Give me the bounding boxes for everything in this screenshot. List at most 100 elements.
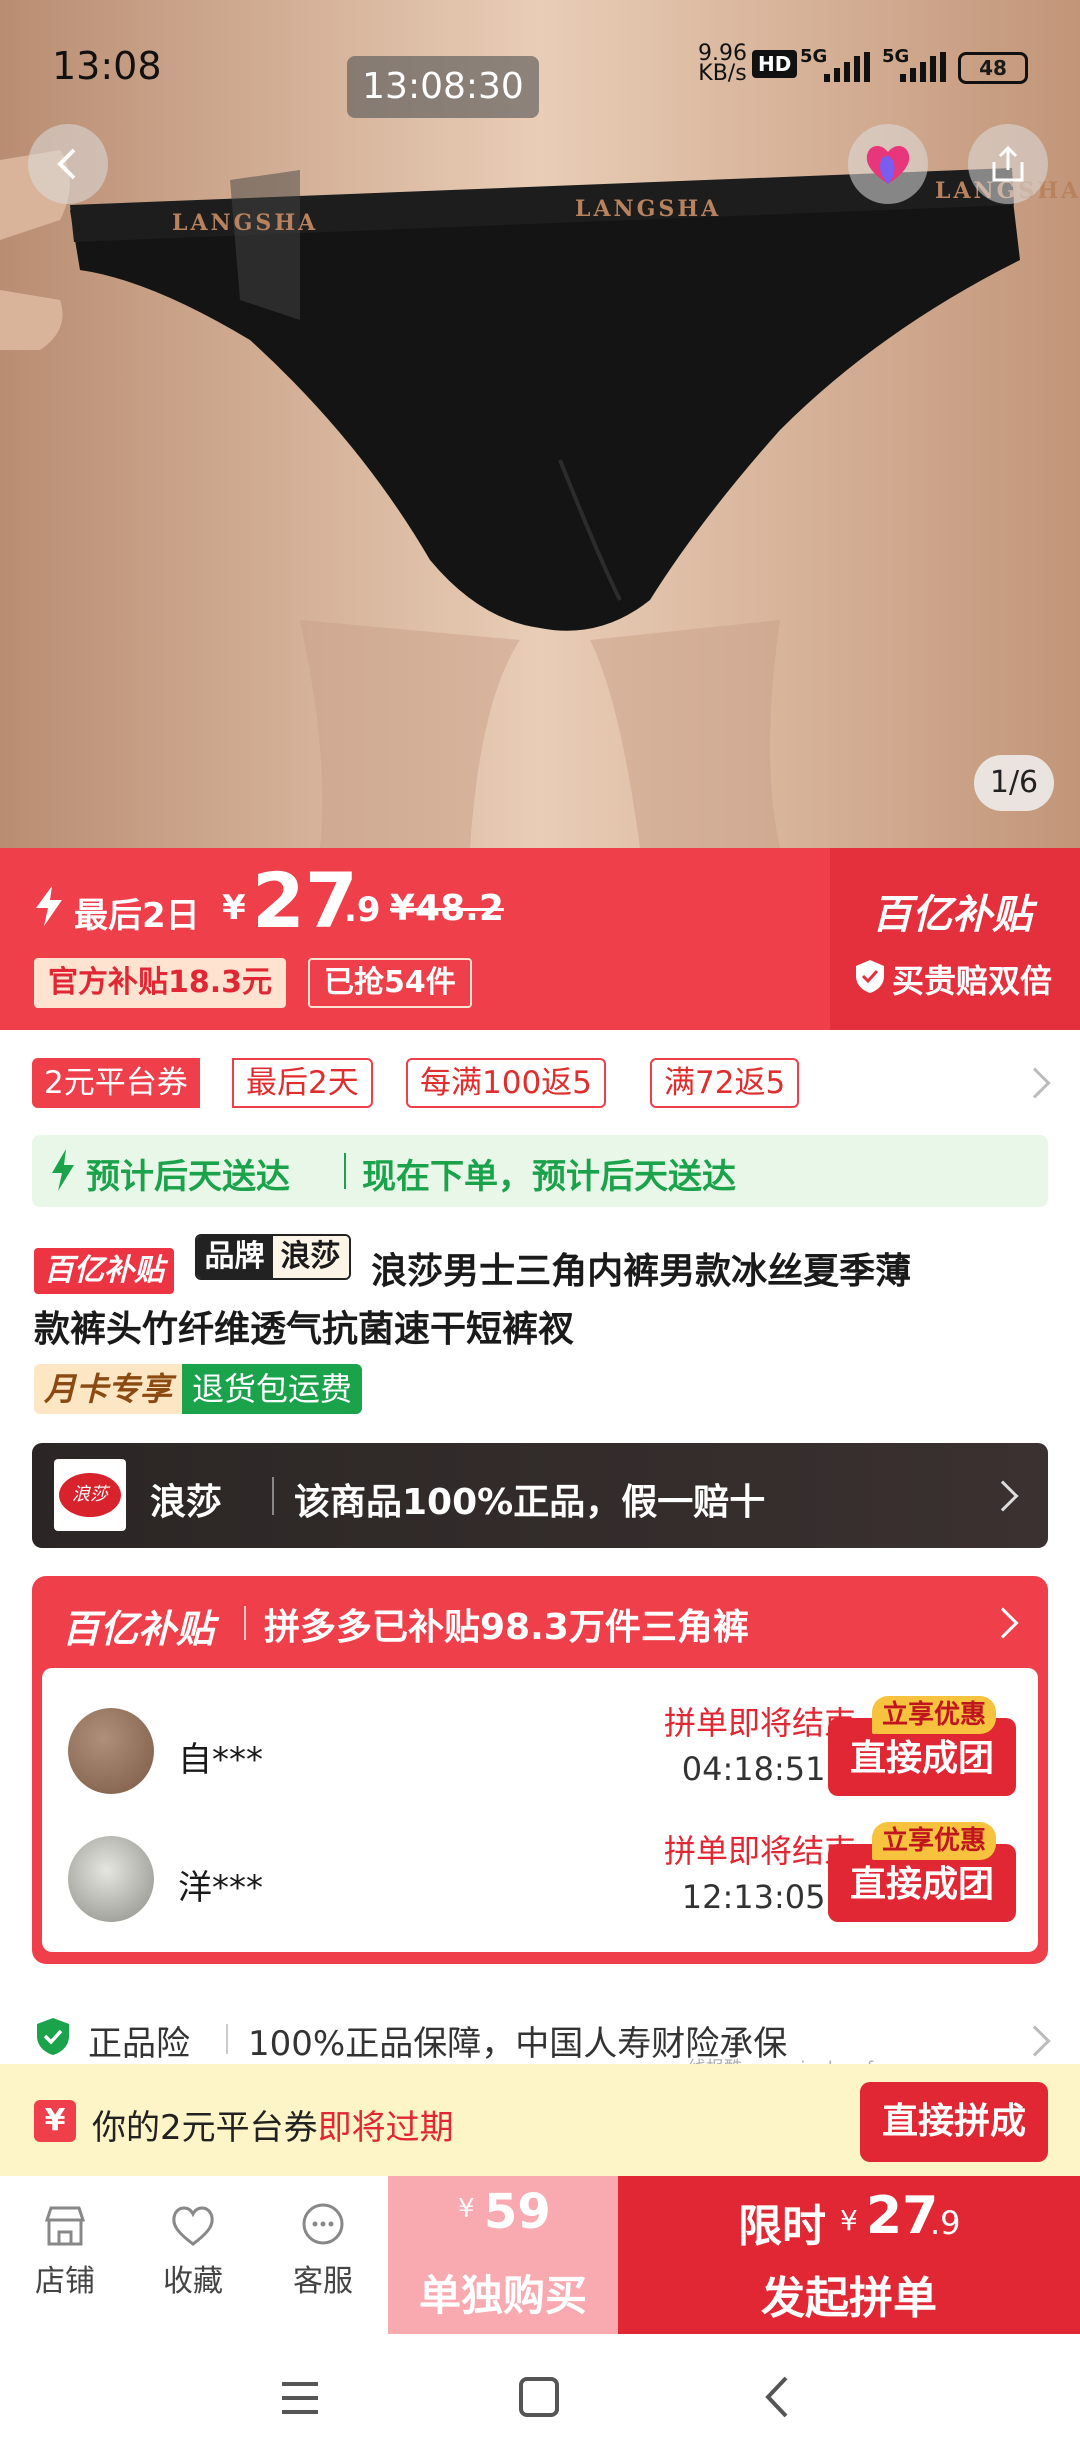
price-banner: 最后2日 ¥ 27 .9 ¥48.2 官方补贴18.3元 已抢54件 百亿补贴 … <box>0 848 1080 1030</box>
status-bar: 13:08 9.96 KB/s HD 5G 5G 48 <box>0 0 1080 140</box>
platform-coupon-deadline[interactable]: 最后2天 <box>232 1058 373 1108</box>
favorite-button[interactable]: 收藏 <box>148 2200 238 2300</box>
signal-icon-2 <box>900 52 946 82</box>
signal-icon-1 <box>824 52 870 82</box>
subsidy-headline: 拼多多已补贴98.3万件三角裤 <box>264 1607 749 1648</box>
authenticity-claim: 该商品100%正品，假一赔十 <box>294 1482 766 1523</box>
price-decimal: .9 <box>344 890 381 930</box>
group-list: 自*** 拼单即将结束 04:18:51.9 直接成团 立享优惠 洋*** 拼单… <box>42 1668 1038 1952</box>
brand-divider <box>272 1477 274 1515</box>
group-currency: ¥ <box>840 2204 858 2237</box>
brand-logo-text: 浪莎 <box>59 1473 121 1517</box>
waistband-logo-left: LANGSHA <box>172 210 319 236</box>
brand-badge-name: 浪莎 <box>272 1236 349 1278</box>
notice-text: 你的2元平台券即将过期 <box>92 2100 454 2149</box>
program-panel: 百亿补贴 买贵赔双倍 <box>830 848 1080 1030</box>
delivery-divider <box>344 1153 346 1189</box>
network-speed: 9.96 KB/s <box>698 43 747 86</box>
rebate-chip-1[interactable]: 每满100返5 <box>406 1058 606 1108</box>
brand-badge-label: 品牌 <box>196 1236 273 1278</box>
customer-service-button[interactable]: 客服 <box>278 2200 368 2300</box>
notice-text-highlight: 即将过期 <box>317 2108 454 2148</box>
subsidy-card: 百亿补贴 拼多多已补贴98.3万件三角裤 自*** 拼单即将结束 04:18:5… <box>32 1576 1048 1964</box>
share-button[interactable] <box>968 124 1048 204</box>
favorite-heart-button[interactable] <box>848 124 928 204</box>
group-status: 拼单即将结束 <box>663 1832 856 1870</box>
insurance-label: 正品险 <box>88 2024 190 2064</box>
delivery-estimate: 预计后天送达 <box>86 1157 290 1197</box>
coupon-expiry-notice: ¥ 你的2元平台券即将过期 直接拼成 <box>0 2064 1080 2176</box>
subsidy-divider <box>244 1606 246 1640</box>
shield-check-green-icon <box>37 2018 69 2055</box>
group-price-integer: 27 <box>866 2186 939 2246</box>
platform-coupon[interactable]: 2元平台券 <box>32 1058 200 1108</box>
store-icon <box>44 2206 86 2246</box>
insurance-chevron-icon <box>1019 2025 1051 2057</box>
store-button[interactable]: 店铺 <box>20 2200 110 2300</box>
solo-price: 59 <box>484 2184 551 2240</box>
delivery-banner[interactable]: 预计后天送达 现在下单，预计后天送达 <box>32 1135 1048 1207</box>
solo-label: 单独购买 <box>418 2271 587 2320</box>
brand-name: 浪莎 <box>150 1482 223 1523</box>
product-title-line1: 百亿补贴 品牌 浪莎 浪莎男士三角内裤男款冰丝夏季薄 <box>34 1234 911 1294</box>
brand-bar-chevron-icon <box>987 1480 1019 1512</box>
lightning-icon <box>36 886 62 926</box>
service-tags: 月卡专享 退货包运费 <box>34 1364 363 1414</box>
buy-alone-button[interactable]: ¥ 59 单独购买 <box>388 2176 618 2334</box>
group-countdown: 04:18:51.9 <box>681 1750 856 1788</box>
group-user: 自*** <box>178 1740 263 1780</box>
status-time: 13:08 <box>52 44 162 88</box>
solo-currency: ¥ <box>458 2194 475 2224</box>
system-nav-bar <box>0 2334 1080 2460</box>
return-shipping-tag: 退货包运费 <box>182 1364 363 1414</box>
instant-discount-tag: 立享优惠 <box>872 1822 997 1860</box>
screen-recording-timer: 13:08:30 <box>347 56 539 118</box>
service-label: 客服 <box>293 2264 353 2299</box>
price-currency: ¥ <box>222 888 246 928</box>
group-label: 发起拼单 <box>761 2273 937 2324</box>
store-label: 店铺 <box>35 2264 95 2299</box>
delivery-detail: 现在下单，预计后天送达 <box>362 1157 736 1197</box>
group-price-decimal: .9 <box>930 2204 961 2242</box>
group-prefix: 限时 <box>738 2201 826 2252</box>
product-image[interactable]: LANGSHA LANGSHA LANGSHA 13:08 9.96 KB/s … <box>0 0 1080 848</box>
back-nav-icon[interactable] <box>756 2374 800 2420</box>
insurance-divider <box>226 2024 228 2054</box>
image-counter: 1/6 <box>974 755 1054 811</box>
menu-icon[interactable] <box>278 2376 322 2420</box>
back-button[interactable] <box>28 124 108 204</box>
product-title-line2: 款裤头竹纤维透气抗菌速干短裤衩 <box>34 1309 575 1350</box>
rebate-chip-2[interactable]: 满72返5 <box>650 1058 800 1108</box>
favorite-label: 收藏 <box>163 2264 223 2299</box>
program-name: 百亿补贴 <box>872 892 1032 938</box>
battery-icon: 48 <box>958 52 1028 84</box>
subsidy-chevron-icon[interactable] <box>987 1607 1019 1639</box>
chevron-left-icon <box>57 148 76 180</box>
direct-group-button[interactable]: 直接拼成 <box>860 2082 1048 2162</box>
monthly-card-tag: 月卡专享 <box>34 1364 183 1414</box>
group-user: 洋*** <box>178 1868 263 1908</box>
network-speed-unit: KB/s <box>698 61 747 86</box>
hd-icon: HD <box>752 50 798 78</box>
product-title-text1: 浪莎男士三角内裤男款冰丝夏季薄 <box>371 1251 912 1292</box>
insurance-row[interactable]: 正品险 100%正品保障，中国人寿财险承保 <box>0 1990 1080 2064</box>
subsidy-program: 百亿补贴 <box>62 1607 215 1651</box>
brand-authenticity-bar[interactable]: 浪莎 浪莎 该商品100%正品，假一赔十 <box>32 1443 1048 1548</box>
notice-text-prefix: 你的2元平台券 <box>92 2108 318 2148</box>
subsidy-tag: 官方补贴18.3元 <box>34 958 287 1008</box>
chat-icon <box>302 2203 344 2245</box>
group-avatar <box>68 1836 154 1922</box>
instant-discount-tag: 立享优惠 <box>872 1696 997 1734</box>
waistband-logo-center: LANGSHA <box>575 196 722 222</box>
start-group-button[interactable]: 限时 ¥ 27 .9 发起拼单 <box>618 2176 1080 2334</box>
group-status: 拼单即将结束 <box>663 1704 856 1742</box>
home-icon[interactable] <box>516 2374 562 2420</box>
coupon-icon: ¥ <box>34 2100 76 2142</box>
original-price: ¥48.2 <box>390 888 504 929</box>
heart-badge-icon <box>866 146 910 184</box>
coupons-chevron-icon[interactable] <box>1019 1067 1051 1099</box>
sold-count-tag: 已抢54件 <box>308 958 472 1008</box>
lightning-green-icon <box>52 1149 74 1191</box>
group-countdown: 12:13:05.8 <box>681 1878 856 1916</box>
brand-logo: 浪莎 <box>54 1459 126 1531</box>
